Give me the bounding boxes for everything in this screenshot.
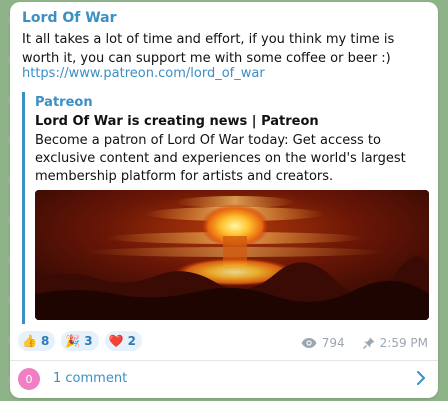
link-preview[interactable]: Patreon Lord Of War is creating news | P… (22, 92, 429, 324)
message-text: It all takes a lot of time and effort, i… (22, 32, 395, 66)
pin-icon (362, 337, 375, 349)
reactions-bar: 👍 8 🎉 3 ❤️ 2 (18, 331, 142, 351)
reaction-heart[interactable]: ❤️ 2 (104, 331, 142, 351)
chevron-right-icon (417, 371, 425, 385)
message-bubble: Lord Of War It all takes a lot of time a… (10, 2, 438, 398)
message-meta: 794 2:59 PM (301, 336, 428, 350)
reaction-count: 3 (84, 334, 93, 348)
message-time: 2:59 PM (379, 336, 428, 350)
preview-site-name: Patreon (35, 95, 93, 110)
commenter-avatar: 0 (18, 368, 40, 390)
preview-image[interactable] (35, 190, 429, 320)
preview-title: Lord Of War is creating news | Patreon (35, 114, 319, 129)
explosion-image (35, 190, 429, 320)
heart-icon: ❤️ (108, 334, 124, 348)
reaction-count: 8 (40, 334, 50, 348)
channel-name[interactable]: Lord Of War (22, 10, 117, 26)
thumbs-up-icon: 👍 (22, 334, 37, 348)
preview-description: Become a patron of Lord Of War today: Ge… (35, 133, 406, 184)
view-count: 794 (321, 336, 345, 350)
reaction-party[interactable]: 🎉 3 (61, 331, 99, 351)
comments-label: 1 comment (53, 371, 128, 386)
eye-icon (301, 338, 317, 348)
reaction-thumbs-up[interactable]: 👍 8 (18, 331, 56, 351)
reaction-count: 2 (127, 334, 136, 348)
patreon-link[interactable]: https://www.patreon.com/lord_of_war (22, 66, 265, 81)
comments-button[interactable]: 0 1 comment (10, 361, 438, 398)
party-popper-icon: 🎉 (65, 334, 81, 348)
